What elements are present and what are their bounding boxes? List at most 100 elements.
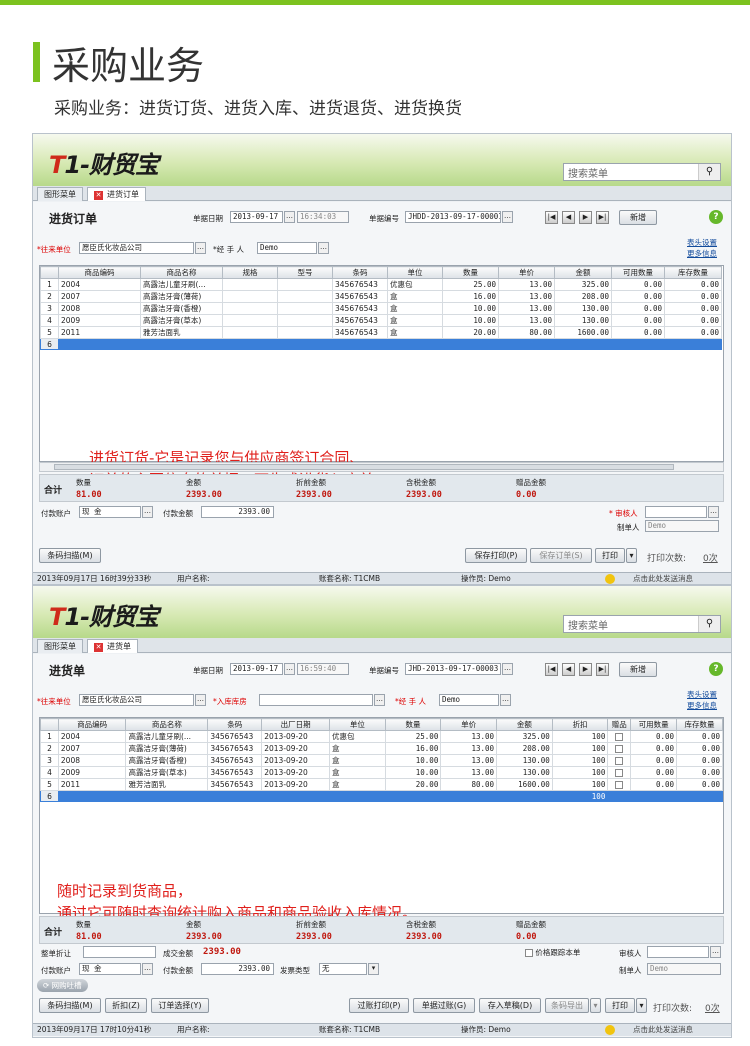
smile-icon[interactable] [605, 1025, 615, 1035]
col-header[interactable]: 库存数量 [664, 266, 722, 279]
table-cell[interactable]: 1 [40, 278, 59, 291]
table-cell[interactable]: 3 [40, 754, 59, 767]
table-cell[interactable]: 盒 [329, 778, 386, 791]
pay-account-button[interactable]: … [142, 506, 153, 518]
first-record-button[interactable]: |◀ [545, 663, 558, 676]
table-cell[interactable]: 盒 [387, 326, 443, 339]
table-cell[interactable]: 雅芳洁面乳 [125, 778, 209, 791]
new-entry-row[interactable]: 6 [40, 338, 722, 350]
table-cell[interactable] [498, 338, 555, 350]
col-header[interactable]: 金额 [554, 266, 612, 279]
print-button[interactable]: 打印 [595, 548, 625, 563]
table-cell[interactable]: 2009 [58, 314, 141, 327]
horizontal-scrollbar[interactable] [39, 462, 724, 472]
table-cell[interactable] [384, 790, 442, 802]
table-cell[interactable] [630, 790, 678, 802]
table-cell[interactable]: 优惠包 [329, 730, 386, 743]
table-cell[interactable]: 325.00 [496, 730, 553, 743]
table-cell[interactable]: 1600.00 [496, 778, 553, 791]
table-cell[interactable]: 0.00 [611, 278, 665, 291]
table-cell[interactable] [222, 338, 278, 350]
table-cell[interactable]: 13.00 [440, 730, 498, 743]
auditor-field[interactable] [647, 946, 709, 958]
table-cell[interactable]: 4 [40, 314, 59, 327]
table-cell[interactable] [554, 338, 612, 350]
whole-discount-field[interactable] [83, 946, 156, 958]
table-cell[interactable]: 2 [40, 742, 59, 755]
table-cell[interactable]: 0.00 [611, 326, 665, 339]
export-dropdown-icon[interactable]: ▾ [590, 998, 601, 1013]
table-cell[interactable]: 16.00 [384, 742, 442, 755]
table-cell[interactable]: 100 [551, 730, 609, 743]
print-dropdown-icon[interactable]: ▾ [626, 548, 637, 563]
table-cell[interactable] [207, 790, 263, 802]
table-cell[interactable]: 2 [40, 290, 59, 303]
table-cell[interactable]: 1600.00 [554, 326, 612, 339]
table-cell[interactable] [277, 302, 333, 315]
pay-account-field[interactable]: 现 金 [79, 506, 141, 518]
table-cell[interactable]: 100 [551, 766, 609, 779]
close-icon[interactable]: ✕ [94, 191, 103, 200]
next-record-button[interactable]: ▶ [579, 663, 592, 676]
table-cell[interactable]: 雅芳洁面乳 [140, 326, 223, 339]
table-cell[interactable] [676, 790, 723, 802]
table-cell[interactable]: 0.00 [630, 778, 678, 791]
last-record-button[interactable]: ▶| [596, 663, 609, 676]
new-entry-row[interactable]: 6 100 [40, 790, 723, 802]
pay-account-button[interactable]: … [142, 963, 153, 975]
warehouse-button[interactable]: … [374, 694, 385, 706]
table-cell[interactable] [442, 338, 499, 350]
table-cell[interactable]: 13.00 [498, 302, 555, 315]
close-icon[interactable]: ✕ [94, 643, 103, 652]
date-picker-button[interactable]: … [284, 663, 295, 675]
print-dropdown-icon[interactable]: ▾ [636, 998, 647, 1013]
menu-search[interactable]: 搜索菜单 ⚲ [563, 163, 721, 181]
table-cell[interactable] [440, 790, 498, 802]
table-cell[interactable] [607, 730, 632, 743]
tab-purchase-order[interactable]: ✕ 进货订单 [87, 187, 146, 201]
table-cell[interactable]: 0.00 [630, 730, 678, 743]
table-cell[interactable]: 10.00 [384, 766, 442, 779]
handler-field[interactable]: Demo [257, 242, 317, 254]
col-header[interactable]: 单位 [329, 718, 386, 731]
table-cell[interactable] [607, 742, 632, 755]
gift-checkbox[interactable] [615, 745, 624, 753]
pay-account-field[interactable]: 现 金 [79, 963, 141, 975]
new-button[interactable]: 新增 [619, 662, 657, 677]
table-cell[interactable] [277, 278, 333, 291]
table-cell[interactable]: 2013-09-20 [261, 754, 330, 767]
table-cell[interactable]: 高露洁牙膏(草本) [140, 314, 223, 327]
chevron-down-icon[interactable]: ▾ [368, 963, 379, 975]
table-cell[interactable]: 5 [40, 326, 59, 339]
auditor-button[interactable]: … [708, 506, 719, 518]
table-cell[interactable]: 盒 [329, 754, 386, 767]
table-cell[interactable]: 13.00 [498, 290, 555, 303]
table-cell[interactable]: 20.00 [442, 326, 499, 339]
col-header[interactable]: 型号 [277, 266, 333, 279]
search-icon[interactable]: ⚲ [698, 616, 720, 632]
table-cell[interactable]: 2007 [57, 742, 127, 755]
send-message-link[interactable]: 点击此处发送消息 [633, 573, 693, 584]
menu-search[interactable]: 搜索菜单 ⚲ [563, 615, 721, 633]
table-cell[interactable]: 2013-09-20 [261, 778, 330, 791]
help-icon[interactable]: ? [709, 662, 723, 676]
table-cell[interactable]: 100 [551, 742, 609, 755]
first-record-button[interactable]: |◀ [545, 211, 558, 224]
table-cell[interactable] [664, 338, 722, 350]
search-icon[interactable]: ⚲ [698, 164, 720, 180]
table-cell[interactable]: 130.00 [496, 754, 553, 767]
table-row[interactable]: 1 2004 高露洁儿童牙刷(... 345676543 2013-09-20 优惠包 25… [40, 730, 723, 743]
table-cell[interactable] [222, 326, 278, 339]
table-cell[interactable]: 5 [40, 778, 59, 791]
table-cell[interactable]: 0.00 [676, 754, 723, 767]
header-settings-link[interactable]: 表头设置 [687, 690, 717, 700]
table-cell[interactable]: 130.00 [554, 302, 612, 315]
table-cell[interactable] [496, 790, 553, 802]
table-cell[interactable]: 2009 [57, 766, 127, 779]
table-cell[interactable]: 0.00 [630, 766, 678, 779]
table-cell[interactable] [222, 302, 278, 315]
table-row[interactable]: 5 2011 雅芳洁面乳 345676543 盒 20.00 80.00 1600.00 0.0… [40, 326, 722, 339]
table-cell[interactable]: 13.00 [440, 742, 498, 755]
table-cell[interactable]: 2013-09-20 [261, 742, 330, 755]
table-cell[interactable] [125, 790, 209, 802]
